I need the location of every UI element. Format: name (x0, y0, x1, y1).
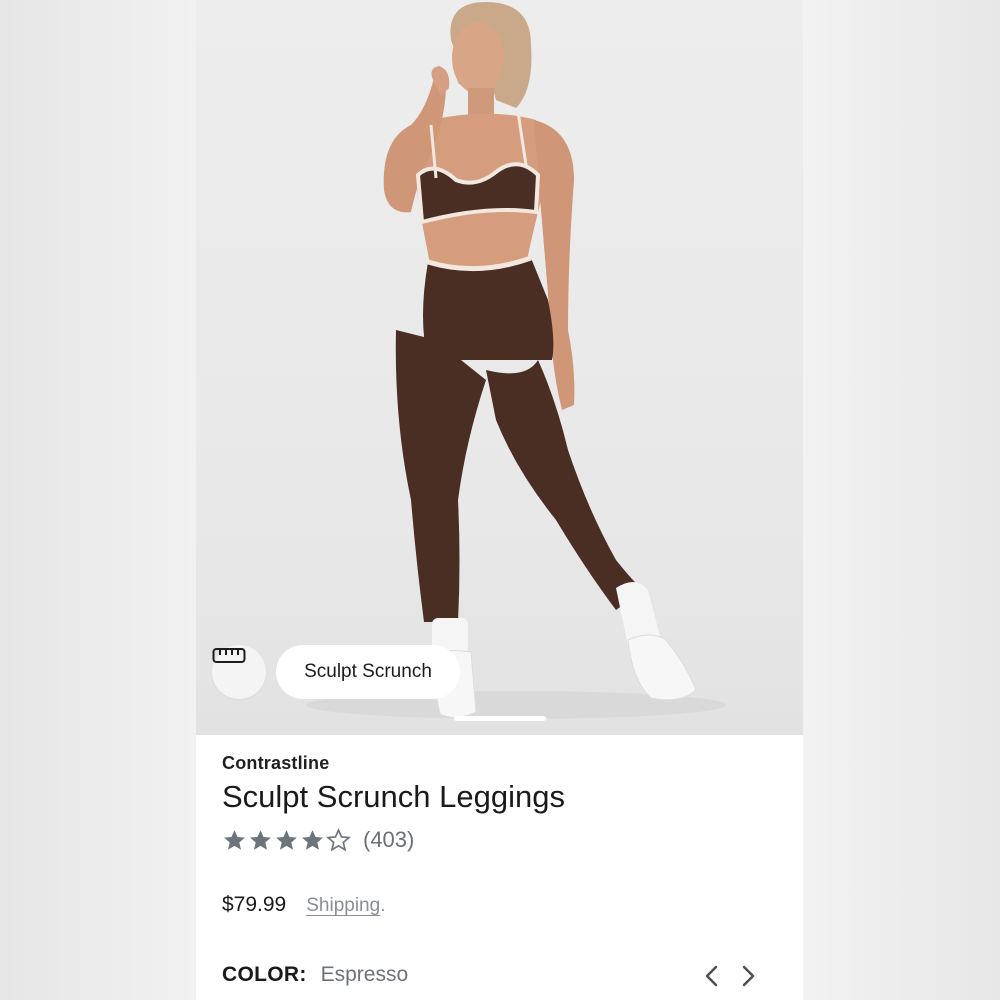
brand-name[interactable]: Contrastline (222, 753, 329, 774)
price: $79.99 (222, 893, 287, 916)
right-backdrop (803, 0, 1000, 1000)
image-scroll-indicator (454, 716, 546, 721)
star-full-icon (224, 829, 245, 850)
fit-guide-button[interactable] (212, 645, 266, 699)
model-photo-illustration (306, 2, 726, 719)
product-page: Sculpt Scrunch Contrastline Sculpt Scrun… (196, 0, 803, 1000)
star-outline-icon (326, 827, 351, 852)
star-full-icon (250, 829, 271, 850)
color-row: COLOR: Espresso (222, 963, 408, 987)
rating-stars (222, 827, 351, 853)
color-label: COLOR: (222, 963, 307, 986)
shipping-punctuation: . (380, 895, 386, 916)
chevron-right-icon (742, 965, 755, 987)
next-color-button[interactable] (738, 963, 760, 989)
star-full-icon (276, 829, 297, 850)
ruler-icon (212, 648, 246, 663)
fit-chip[interactable]: Sculpt Scrunch (276, 645, 460, 699)
shipping-link[interactable]: Shipping (306, 895, 380, 917)
price-row: $79.99 Shipping. (222, 893, 385, 917)
previous-color-button[interactable] (700, 963, 722, 989)
color-navigation (700, 963, 760, 989)
left-backdrop (0, 0, 196, 1000)
star-full-icon (302, 829, 323, 850)
color-value: Espresso (320, 963, 409, 986)
rating-row[interactable]: (403) (222, 827, 414, 853)
product-title: Sculpt Scrunch Leggings (222, 779, 565, 814)
review-count[interactable]: (403) (363, 827, 414, 853)
chevron-left-icon (705, 965, 718, 987)
product-image[interactable]: Sculpt Scrunch (196, 0, 803, 735)
